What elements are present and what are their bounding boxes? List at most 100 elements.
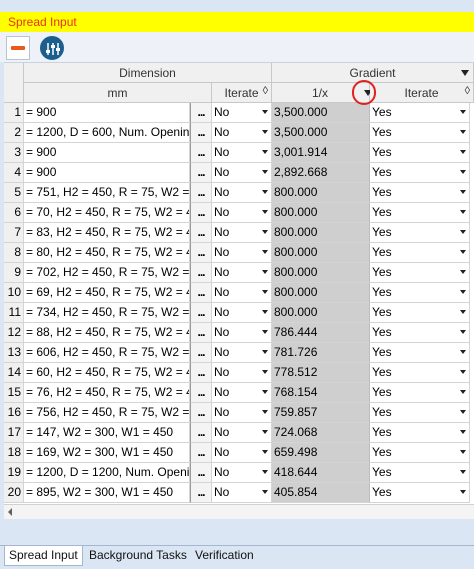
dropdown-icon[interactable] [262,330,268,334]
iterate-select[interactable]: No [212,403,272,423]
mm-cell[interactable]: = 70, H2 = 450, R = 75, W2 = 40 [24,203,190,223]
dropdown-icon[interactable] [262,490,268,494]
gradient-cell[interactable]: 800.000 [272,183,370,203]
tab-verification[interactable]: Verification [195,546,254,566]
ellipsis-button[interactable]: ... [190,103,212,123]
ellipsis-button[interactable]: ... [190,363,212,383]
dropdown-icon[interactable] [460,210,466,214]
scroll-left-icon[interactable] [8,508,12,516]
dropdown-icon[interactable] [262,250,268,254]
row-number[interactable]: 7 [4,223,24,243]
tab-background-tasks[interactable]: Background Tasks [89,546,187,566]
iterate2-select[interactable]: Yes [370,443,470,463]
gradient-cell[interactable]: 659.498 [272,443,370,463]
dropdown-icon[interactable] [460,110,466,114]
row-number[interactable]: 3 [4,143,24,163]
row-number[interactable]: 13 [4,343,24,363]
iterate-select[interactable]: No [212,463,272,483]
dropdown-icon[interactable] [460,230,466,234]
iterate2-select[interactable]: Yes [370,383,470,403]
row-number[interactable]: 9 [4,263,24,283]
iterate-select[interactable]: No [212,123,272,143]
dropdown-icon[interactable] [262,350,268,354]
mm-cell[interactable]: = 702, H2 = 450, R = 75, W2 = 40 [24,263,190,283]
gradient-cell[interactable]: 768.154 [272,383,370,403]
gradient-cell[interactable]: 800.000 [272,283,370,303]
gradient-cell[interactable]: 2,892.668 [272,163,370,183]
row-number[interactable]: 20 [4,483,24,503]
gradient-cell[interactable]: 800.000 [272,263,370,283]
ellipsis-button[interactable]: ... [190,403,212,423]
ellipsis-button[interactable]: ... [190,163,212,183]
iterate-select[interactable]: No [212,483,272,503]
mm-cell[interactable]: = 751, H2 = 450, R = 75, W2 = 40 [24,183,190,203]
iterate2-select[interactable]: Yes [370,343,470,363]
ellipsis-button[interactable]: ... [190,463,212,483]
row-number[interactable]: 18 [4,443,24,463]
ellipsis-button[interactable]: ... [190,283,212,303]
dropdown-icon[interactable] [460,490,466,494]
ellipsis-button[interactable]: ... [190,323,212,343]
iterate2-select[interactable]: Yes [370,263,470,283]
iterate-select[interactable]: No [212,423,272,443]
dropdown-icon[interactable] [262,170,268,174]
mm-cell[interactable]: = 1200, D = 1200, Num. Openings [24,463,190,483]
dropdown-icon[interactable] [262,150,268,154]
iterate-select[interactable]: No [212,183,272,203]
group-dropdown-icon[interactable] [461,70,469,76]
dropdown-icon[interactable] [460,170,466,174]
mm-cell[interactable]: = 60, H2 = 450, R = 75, W2 = 40 [24,363,190,383]
dropdown-icon[interactable] [460,430,466,434]
mm-cell[interactable]: = 895, W2 = 300, W1 = 450 [24,483,190,503]
horizontal-scrollbar[interactable] [4,504,474,519]
gradient-cell[interactable]: 800.000 [272,303,370,323]
dropdown-icon[interactable] [460,190,466,194]
gradient-cell[interactable]: 781.726 [272,343,370,363]
row-number[interactable]: 16 [4,403,24,423]
mm-cell[interactable]: = 900 [24,163,190,183]
dropdown-icon[interactable] [460,270,466,274]
dropdown-icon[interactable] [262,410,268,414]
mm-cell[interactable]: = 900 [24,103,190,123]
row-number[interactable]: 17 [4,423,24,443]
iterate2-select[interactable]: Yes [370,483,470,503]
dropdown-icon[interactable] [262,230,268,234]
mm-column-header[interactable]: mm [24,83,212,103]
gradient-group-header[interactable]: Gradient [272,63,474,83]
ellipsis-button[interactable]: ... [190,183,212,203]
mm-cell[interactable]: = 76, H2 = 450, R = 75, W2 = 40 [24,383,190,403]
ellipsis-button[interactable]: ... [190,223,212,243]
dropdown-icon[interactable] [262,430,268,434]
dropdown-icon[interactable] [460,130,466,134]
row-number[interactable]: 10 [4,283,24,303]
iterate-column-header[interactable]: Iterate ◊ [212,83,272,103]
iterate-select[interactable]: No [212,303,272,323]
mm-cell[interactable]: = 169, W2 = 300, W1 = 450 [24,443,190,463]
gradient-cell[interactable]: 800.000 [272,203,370,223]
mm-cell[interactable]: = 69, H2 = 450, R = 75, W2 = 40 [24,283,190,303]
iterate-select[interactable]: No [212,143,272,163]
ellipsis-button[interactable]: ... [190,423,212,443]
ellipsis-button[interactable]: ... [190,343,212,363]
iterate-select[interactable]: No [212,283,272,303]
iterate2-select[interactable]: Yes [370,243,470,263]
gradient-cell[interactable]: 3,001.914 [272,143,370,163]
row-number[interactable]: 11 [4,303,24,323]
iterate2-select[interactable]: Yes [370,323,470,343]
gradient-cell[interactable]: 800.000 [272,223,370,243]
row-number[interactable]: 12 [4,323,24,343]
ellipsis-button[interactable]: ... [190,443,212,463]
dropdown-icon[interactable] [460,290,466,294]
mm-cell[interactable]: = 83, H2 = 450, R = 75, W2 = 40 [24,223,190,243]
iterate2-select[interactable]: Yes [370,123,470,143]
dropdown-icon[interactable] [262,370,268,374]
dropdown-icon[interactable] [460,370,466,374]
dropdown-icon[interactable] [262,270,268,274]
gradient-cell[interactable]: 3,500.000 [272,123,370,143]
gradient-cell[interactable]: 778.512 [272,363,370,383]
dropdown-icon[interactable] [460,330,466,334]
ellipsis-button[interactable]: ... [190,143,212,163]
iterate-select[interactable]: No [212,223,272,243]
iterate2-select[interactable]: Yes [370,403,470,423]
iterate2-select[interactable]: Yes [370,423,470,443]
